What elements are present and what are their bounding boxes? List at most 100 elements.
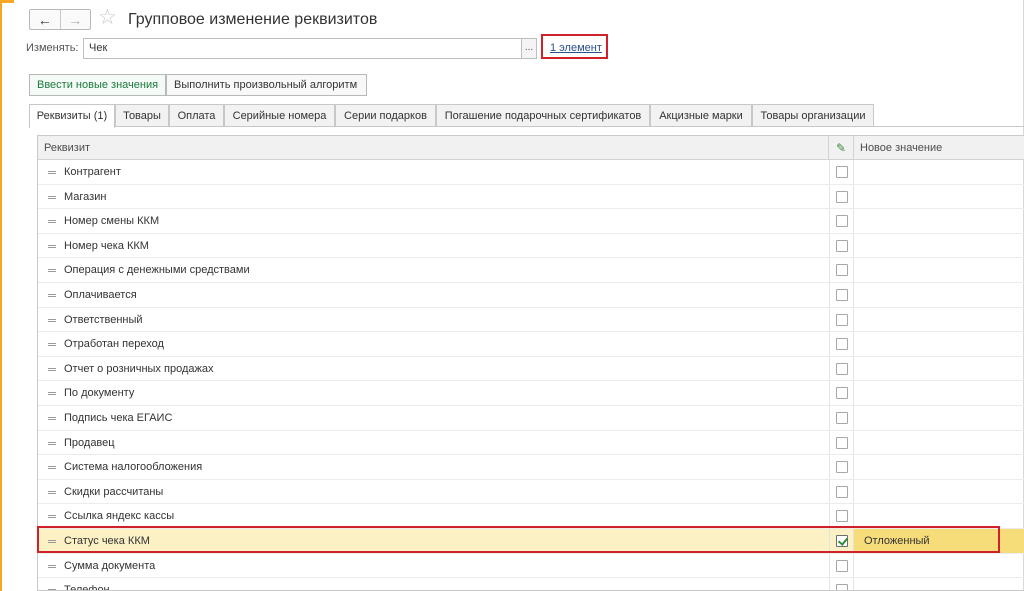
new-value-cell[interactable] bbox=[854, 578, 1024, 590]
attributes-table: Реквизит ✎ Новое значение Контрагент Мага… bbox=[37, 135, 1024, 591]
new-value-cell[interactable] bbox=[854, 455, 1024, 479]
tab-gift-series[interactable]: Серии подарков bbox=[335, 104, 436, 126]
forward-arrow-icon[interactable]: → bbox=[61, 10, 91, 29]
attribute-name: Номер чека ККМ bbox=[64, 239, 149, 252]
new-value-cell[interactable] bbox=[854, 554, 1024, 578]
change-checkbox[interactable] bbox=[836, 313, 848, 326]
elements-count-link[interactable]: 1 элемент bbox=[550, 42, 602, 54]
select-object-button[interactable]: ... bbox=[521, 38, 537, 59]
new-value-cell[interactable] bbox=[854, 308, 1024, 332]
new-value-cell[interactable]: Отложенный bbox=[854, 529, 1024, 553]
attribute-name: Сумма документа bbox=[64, 559, 156, 572]
table-row[interactable]: Контрагент bbox=[38, 160, 1024, 185]
new-value-cell[interactable] bbox=[854, 234, 1024, 258]
tab-gift-certificates[interactable]: Погашение подарочных сертификатов bbox=[436, 104, 650, 126]
change-checkbox[interactable] bbox=[836, 362, 848, 375]
change-checkbox-cell bbox=[829, 381, 854, 405]
attribute-name: Ответственный bbox=[64, 313, 143, 326]
enter-new-values-button[interactable]: Ввести новые значения bbox=[29, 74, 167, 96]
change-checkbox[interactable] bbox=[836, 461, 848, 474]
table-row[interactable]: Отработан переход bbox=[38, 332, 1024, 357]
column-header-attribute[interactable]: Реквизит bbox=[38, 136, 829, 159]
column-header-new-value[interactable]: Новое значение bbox=[854, 136, 1024, 159]
change-checkbox-cell bbox=[829, 356, 854, 381]
change-checkbox-cell bbox=[829, 406, 854, 430]
attribute-name: Отработан переход bbox=[64, 338, 164, 351]
new-value-cell[interactable] bbox=[854, 283, 1024, 307]
change-checkbox[interactable] bbox=[836, 535, 848, 547]
table-row[interactable]: Отчет о розничных продажах bbox=[38, 356, 1024, 382]
new-value-cell[interactable] bbox=[854, 480, 1024, 504]
new-value-cell[interactable] bbox=[854, 160, 1024, 184]
change-checkbox[interactable] bbox=[836, 190, 848, 203]
new-value-cell[interactable] bbox=[854, 357, 1024, 381]
change-checkbox[interactable] bbox=[836, 338, 848, 351]
attribute-icon bbox=[48, 269, 56, 273]
change-checkbox[interactable] bbox=[836, 584, 848, 590]
new-value-cell[interactable] bbox=[854, 381, 1024, 405]
new-value-cell[interactable] bbox=[854, 332, 1024, 356]
new-value-cell[interactable] bbox=[854, 431, 1024, 455]
table-row[interactable]: Продавец bbox=[38, 430, 1024, 456]
table-row[interactable]: Сумма документа bbox=[38, 553, 1024, 579]
tab-attributes[interactable]: Реквизиты (1) bbox=[29, 104, 115, 128]
change-checkbox[interactable] bbox=[836, 166, 848, 178]
new-value-cell[interactable] bbox=[854, 258, 1024, 282]
table-row[interactable]: Номер чека ККМ bbox=[38, 233, 1024, 259]
change-checkbox[interactable] bbox=[836, 215, 848, 228]
tab-excise-marks[interactable]: Акцизные марки bbox=[650, 104, 752, 126]
change-checkbox-cell bbox=[829, 233, 854, 258]
tab-payment[interactable]: Оплата bbox=[169, 104, 224, 126]
change-checkbox[interactable] bbox=[836, 239, 848, 252]
attribute-icon bbox=[48, 540, 56, 543]
attribute-icon bbox=[48, 294, 56, 297]
table-row[interactable]: Ссылка яндекс кассы bbox=[38, 504, 1024, 529]
new-value-cell[interactable] bbox=[854, 185, 1024, 209]
change-checkbox[interactable] bbox=[836, 387, 848, 400]
table-row[interactable]: По документу bbox=[38, 381, 1024, 406]
table-row[interactable]: Оплачивается bbox=[38, 283, 1024, 308]
change-checkbox[interactable] bbox=[836, 559, 848, 572]
table-row[interactable]: Номер смены ККМ bbox=[38, 209, 1024, 234]
attribute-name: Контрагент bbox=[64, 166, 121, 178]
table-row[interactable]: Ответственный bbox=[38, 307, 1024, 333]
change-checkbox[interactable] bbox=[836, 510, 848, 523]
attribute-name: Продавец bbox=[64, 436, 115, 449]
attribute-icon bbox=[48, 367, 56, 371]
change-object-input[interactable]: Чек bbox=[83, 38, 521, 59]
back-arrow-icon[interactable]: ← bbox=[30, 10, 61, 29]
table-row[interactable]: Система налогообложения bbox=[38, 455, 1024, 480]
new-value-cell[interactable] bbox=[854, 209, 1024, 233]
attribute-name: Скидки рассчитаны bbox=[64, 485, 164, 498]
tab-goods[interactable]: Товары bbox=[115, 104, 169, 126]
table-row[interactable]: Магазин bbox=[38, 184, 1024, 210]
change-checkbox[interactable] bbox=[836, 485, 848, 498]
table-header: Реквизит ✎ Новое значение bbox=[38, 136, 1024, 160]
change-checkbox[interactable] bbox=[836, 436, 848, 449]
table-row[interactable]: Операция с денежными средствами bbox=[38, 258, 1024, 283]
change-checkbox[interactable] bbox=[836, 264, 848, 277]
column-header-edit[interactable]: ✎ bbox=[829, 136, 854, 159]
navigation-buttons: ← → bbox=[29, 9, 91, 30]
change-checkbox-cell bbox=[829, 529, 854, 553]
attribute-icon bbox=[48, 490, 56, 494]
window-accent-corner bbox=[0, 0, 14, 3]
table-row[interactable]: Скидки рассчитаны bbox=[38, 479, 1024, 505]
new-value-cell[interactable] bbox=[854, 406, 1024, 430]
table-row[interactable]: Подпись чека ЕГАИС bbox=[38, 406, 1024, 431]
attribute-icon bbox=[48, 417, 56, 420]
attribute-name: По документу bbox=[64, 387, 135, 400]
tab-organization-goods[interactable]: Товары организации bbox=[752, 104, 874, 126]
attribute-name: Статус чека ККМ bbox=[64, 535, 150, 547]
change-checkbox[interactable] bbox=[836, 289, 848, 301]
attribute-icon bbox=[48, 244, 56, 248]
new-value-cell[interactable] bbox=[854, 504, 1024, 528]
table-row[interactable]: Статус чека ККМ Отложенный bbox=[38, 529, 1024, 554]
change-checkbox[interactable] bbox=[836, 412, 848, 424]
favorite-star-icon[interactable]: ☆ bbox=[98, 7, 117, 28]
run-algorithm-button[interactable]: Выполнить произвольный алгоритм bbox=[166, 74, 367, 96]
active-tab-gap bbox=[30, 126, 114, 127]
attribute-icon bbox=[48, 564, 56, 568]
tab-serial-numbers[interactable]: Серийные номера bbox=[224, 104, 335, 126]
table-row[interactable]: Телефон bbox=[38, 578, 1024, 590]
